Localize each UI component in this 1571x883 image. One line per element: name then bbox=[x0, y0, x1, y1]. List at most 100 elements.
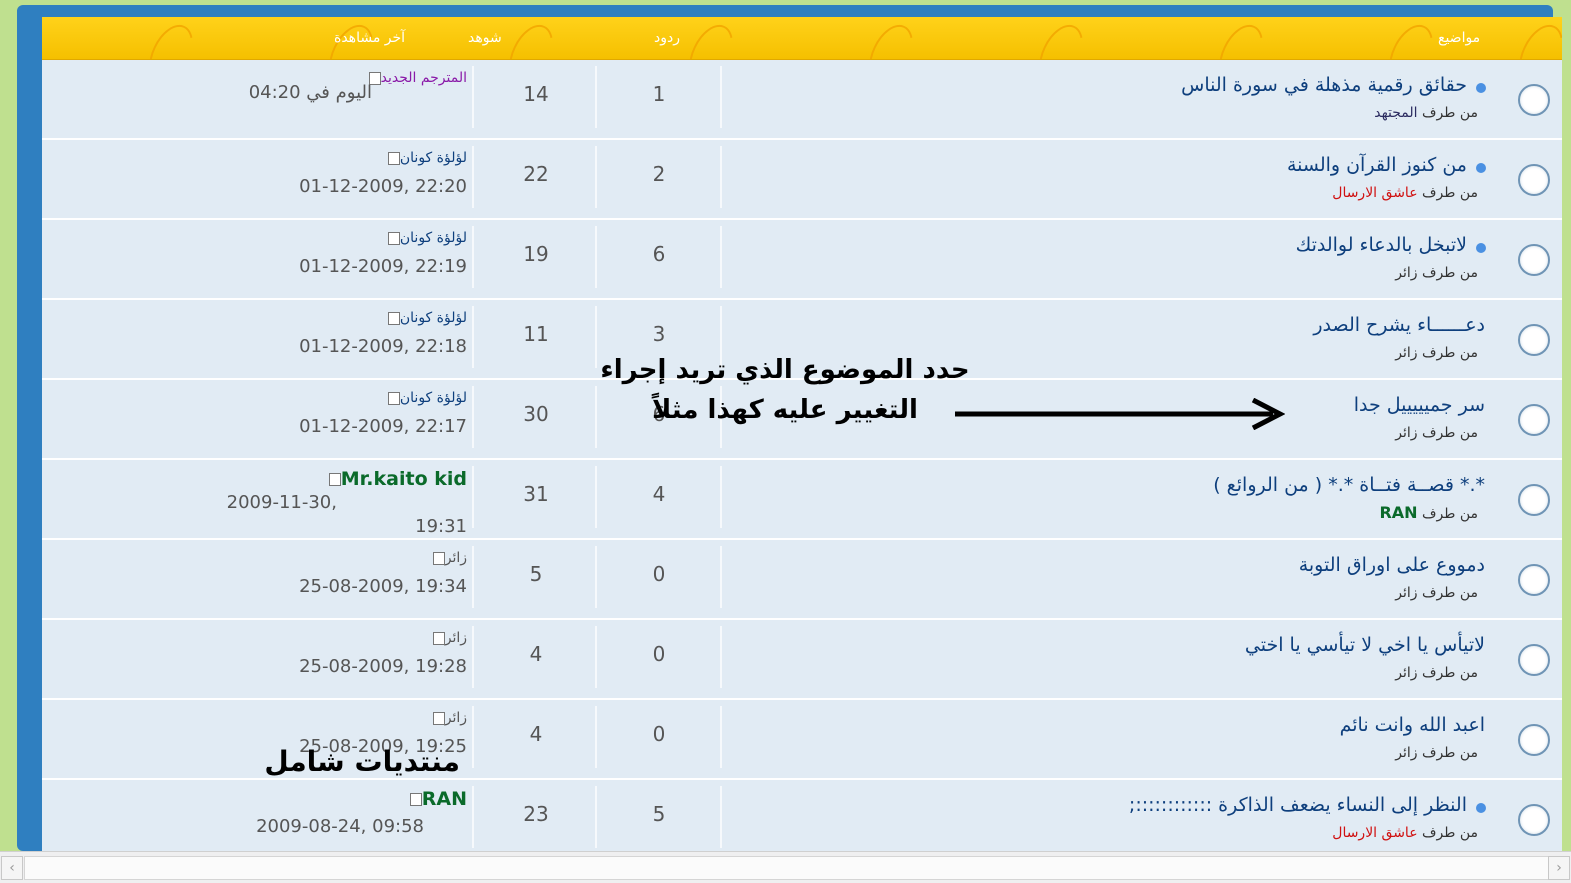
topic-select-radio[interactable] bbox=[1518, 164, 1550, 196]
topic-author-link[interactable]: زائر bbox=[1395, 585, 1417, 601]
topic-select-radio[interactable] bbox=[1518, 724, 1550, 756]
table-header: آخر مشاهدة شوهد ردود مواضيع bbox=[42, 17, 1562, 60]
views-count: 11 bbox=[523, 322, 549, 346]
topic-select-radio[interactable] bbox=[1518, 324, 1550, 356]
header-topics: مواضيع bbox=[1438, 30, 1481, 46]
table-row[interactable]: حقائق رقمية مذهلة في سورة الناس من طرف ا… bbox=[42, 60, 1562, 140]
topic-byline: من طرف زائر bbox=[1395, 585, 1478, 601]
views-count: 5 bbox=[529, 562, 543, 586]
annotation-line-2: التغيير عليه كهذا مثلاً bbox=[652, 395, 918, 425]
post-icon[interactable] bbox=[387, 231, 400, 245]
last-post-author-name[interactable]: زائر bbox=[445, 550, 467, 566]
post-icon[interactable] bbox=[432, 551, 445, 565]
topic-title[interactable]: دمووع على اوراق التوبة bbox=[1299, 554, 1485, 576]
topic-title[interactable]: سر جميييييل جدا bbox=[1354, 394, 1485, 416]
post-icon[interactable] bbox=[328, 473, 341, 486]
topic-select-radio[interactable] bbox=[1518, 564, 1550, 596]
last-post-author-name[interactable]: لؤلؤة كونان bbox=[400, 230, 467, 246]
topic-author-link[interactable]: عاشق الارسال bbox=[1332, 185, 1417, 201]
last-post-author-name[interactable]: زائر bbox=[445, 710, 467, 726]
topic-author-link[interactable]: زائر bbox=[1395, 745, 1417, 761]
post-icon[interactable] bbox=[432, 711, 445, 725]
annotation-line-1: حدد الموضوع الذي تريد إجراء bbox=[600, 355, 970, 385]
last-post-author[interactable]: RAN bbox=[407, 788, 467, 810]
last-post-author-name[interactable]: RAN bbox=[422, 788, 467, 810]
topic-byline: من طرف المجتهد bbox=[1374, 105, 1478, 121]
table-row[interactable]: دمووع على اوراق التوبة من طرف زائر 0 5 ز… bbox=[42, 540, 1562, 620]
last-post-time: 19:31 bbox=[415, 516, 467, 537]
last-post-author[interactable]: المترجم الجديد bbox=[366, 70, 467, 86]
post-icon[interactable] bbox=[432, 631, 445, 645]
chevron-left-icon[interactable]: ‹ bbox=[1, 856, 23, 880]
topic-select-radio[interactable] bbox=[1518, 804, 1550, 836]
last-post-author-name[interactable]: لؤلؤة كونان bbox=[400, 390, 467, 406]
byline-prefix: من طرف bbox=[1422, 345, 1478, 361]
replies-count: 2 bbox=[652, 162, 666, 186]
topic-byline: من طرف RAN bbox=[1379, 503, 1478, 522]
byline-prefix: من طرف bbox=[1422, 425, 1478, 441]
topic-title[interactable]: *.* قصــة فتــاة *.* ( من الروائع ) bbox=[1213, 474, 1485, 496]
last-post-author[interactable]: لؤلؤة كونان bbox=[385, 150, 467, 166]
table-row[interactable]: *.* قصــة فتــاة *.* ( من الروائع ) من ط… bbox=[42, 460, 1562, 540]
topic-title[interactable]: حقائق رقمية مذهلة في سورة الناس bbox=[1181, 74, 1467, 96]
last-post-author[interactable]: لؤلؤة كونان bbox=[385, 230, 467, 246]
views-count: 19 bbox=[523, 242, 549, 266]
last-post-author-name[interactable]: لؤلؤة كونان bbox=[400, 310, 467, 326]
topic-select-radio[interactable] bbox=[1518, 84, 1550, 116]
topic-title[interactable]: النظر إلى النساء يضعف الذاكرة ::::::::::… bbox=[1129, 794, 1467, 816]
horizontal-scrollbar[interactable]: ‹ › bbox=[0, 851, 1571, 883]
topic-bullet-icon bbox=[1476, 163, 1486, 173]
topic-select-radio[interactable] bbox=[1518, 244, 1550, 276]
topic-title[interactable]: اعبد الله وانت نائم bbox=[1340, 714, 1485, 736]
byline-prefix: من طرف bbox=[1422, 506, 1478, 522]
views-count: 30 bbox=[523, 402, 549, 426]
last-post-author[interactable]: زائر bbox=[430, 630, 467, 646]
last-post-date: 01-12-2009, 22:17 bbox=[299, 416, 467, 437]
table-row[interactable]: لاتيأس يا اخي لا تيأسي يا اختي من طرف زا… bbox=[42, 620, 1562, 700]
last-post-author[interactable]: لؤلؤة كونان bbox=[385, 310, 467, 326]
topic-title[interactable]: لاتبخل بالدعاء لوالدتك bbox=[1296, 234, 1467, 256]
last-post-date: 2009-08-24, 09:58 bbox=[256, 816, 424, 837]
post-icon[interactable] bbox=[387, 151, 400, 165]
topic-author-link[interactable]: زائر bbox=[1395, 265, 1417, 281]
last-post-author[interactable]: زائر bbox=[430, 550, 467, 566]
topic-byline: من طرف زائر bbox=[1395, 265, 1478, 281]
topic-author-link[interactable]: المجتهد bbox=[1374, 105, 1417, 121]
table-row[interactable]: من كنوز القرآن والسنة من طرف عاشق الارسا… bbox=[42, 140, 1562, 220]
post-icon[interactable] bbox=[387, 311, 400, 325]
last-post-author[interactable]: لؤلؤة كونان bbox=[385, 390, 467, 406]
last-post-author-name[interactable]: لؤلؤة كونان bbox=[400, 150, 467, 166]
header-replies: ردود bbox=[654, 30, 680, 46]
topic-select-radio[interactable] bbox=[1518, 404, 1550, 436]
instruction-annotation: حدد الموضوع الذي تريد إجراء التغيير عليه… bbox=[560, 350, 1010, 430]
topic-byline: من طرف زائر bbox=[1395, 745, 1478, 761]
last-post-author-name[interactable]: المترجم الجديد bbox=[381, 70, 467, 86]
last-post-author-name[interactable]: زائر bbox=[445, 630, 467, 646]
replies-count: 1 bbox=[652, 82, 666, 106]
last-post-author-name[interactable]: Mr.kaito kid bbox=[341, 468, 467, 490]
byline-prefix: من طرف bbox=[1422, 265, 1478, 281]
topic-select-radio[interactable] bbox=[1518, 644, 1550, 676]
post-icon[interactable] bbox=[409, 793, 422, 806]
last-post-author[interactable]: Mr.kaito kid bbox=[326, 468, 467, 490]
last-post-date: 01-12-2009, 22:19 bbox=[299, 256, 467, 277]
scrollbar-thumb[interactable] bbox=[24, 856, 1549, 880]
topic-author-link[interactable]: زائر bbox=[1395, 345, 1417, 361]
table-row[interactable]: لاتبخل بالدعاء لوالدتك من طرف زائر 6 19 … bbox=[42, 220, 1562, 300]
last-post-author[interactable]: زائر bbox=[430, 710, 467, 726]
table-row[interactable]: النظر إلى النساء يضعف الذاكرة ::::::::::… bbox=[42, 780, 1562, 852]
topic-author-link[interactable]: زائر bbox=[1395, 425, 1417, 441]
post-icon[interactable] bbox=[387, 391, 400, 405]
topic-author-link[interactable]: RAN bbox=[1379, 503, 1417, 522]
topic-author-link[interactable]: عاشق الارسال bbox=[1332, 825, 1417, 841]
chevron-right-icon[interactable]: › bbox=[1548, 856, 1570, 880]
views-count: 22 bbox=[523, 162, 549, 186]
views-count: 31 bbox=[523, 482, 549, 506]
topic-title[interactable]: من كنوز القرآن والسنة bbox=[1287, 154, 1467, 176]
topic-title[interactable]: لاتيأس يا اخي لا تيأسي يا اختي bbox=[1245, 634, 1485, 656]
topic-author-link[interactable]: زائر bbox=[1395, 665, 1417, 681]
topic-title[interactable]: دعــــــاء يشرح الصدر bbox=[1313, 314, 1485, 336]
last-post-date: 01-12-2009, 22:18 bbox=[299, 336, 467, 357]
topic-select-radio[interactable] bbox=[1518, 484, 1550, 516]
topic-bullet-icon bbox=[1476, 243, 1486, 253]
